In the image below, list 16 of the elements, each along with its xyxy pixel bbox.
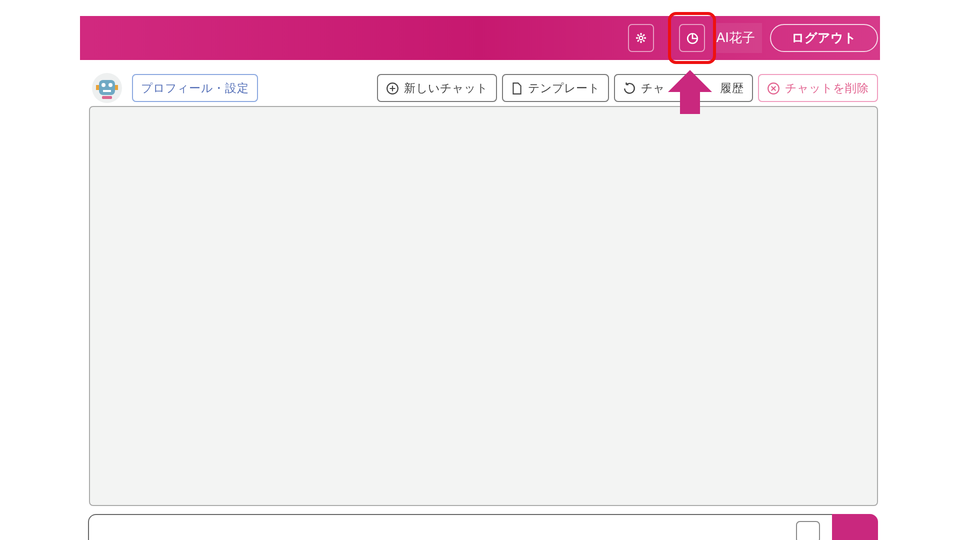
chart-button[interactable] xyxy=(679,24,706,52)
pointer-arrow xyxy=(668,70,712,114)
robot-avatar-icon xyxy=(92,73,122,103)
attach-button[interactable] xyxy=(796,521,820,540)
settings-button[interactable] xyxy=(628,24,654,52)
profile-settings-button[interactable]: プロフィール・設定 xyxy=(132,74,258,102)
document-icon xyxy=(511,82,523,94)
new-chat-button[interactable]: 新しいチャット xyxy=(377,74,497,102)
logout-button[interactable]: ログアウト xyxy=(770,24,878,52)
refresh-icon xyxy=(623,82,636,94)
plus-circle-icon xyxy=(386,82,399,94)
pie-chart-icon xyxy=(686,32,699,44)
user-name: AI花子 xyxy=(716,23,762,53)
template-button[interactable]: テンプレート xyxy=(502,74,609,102)
close-circle-icon xyxy=(767,82,780,94)
settings-icon xyxy=(635,32,648,44)
